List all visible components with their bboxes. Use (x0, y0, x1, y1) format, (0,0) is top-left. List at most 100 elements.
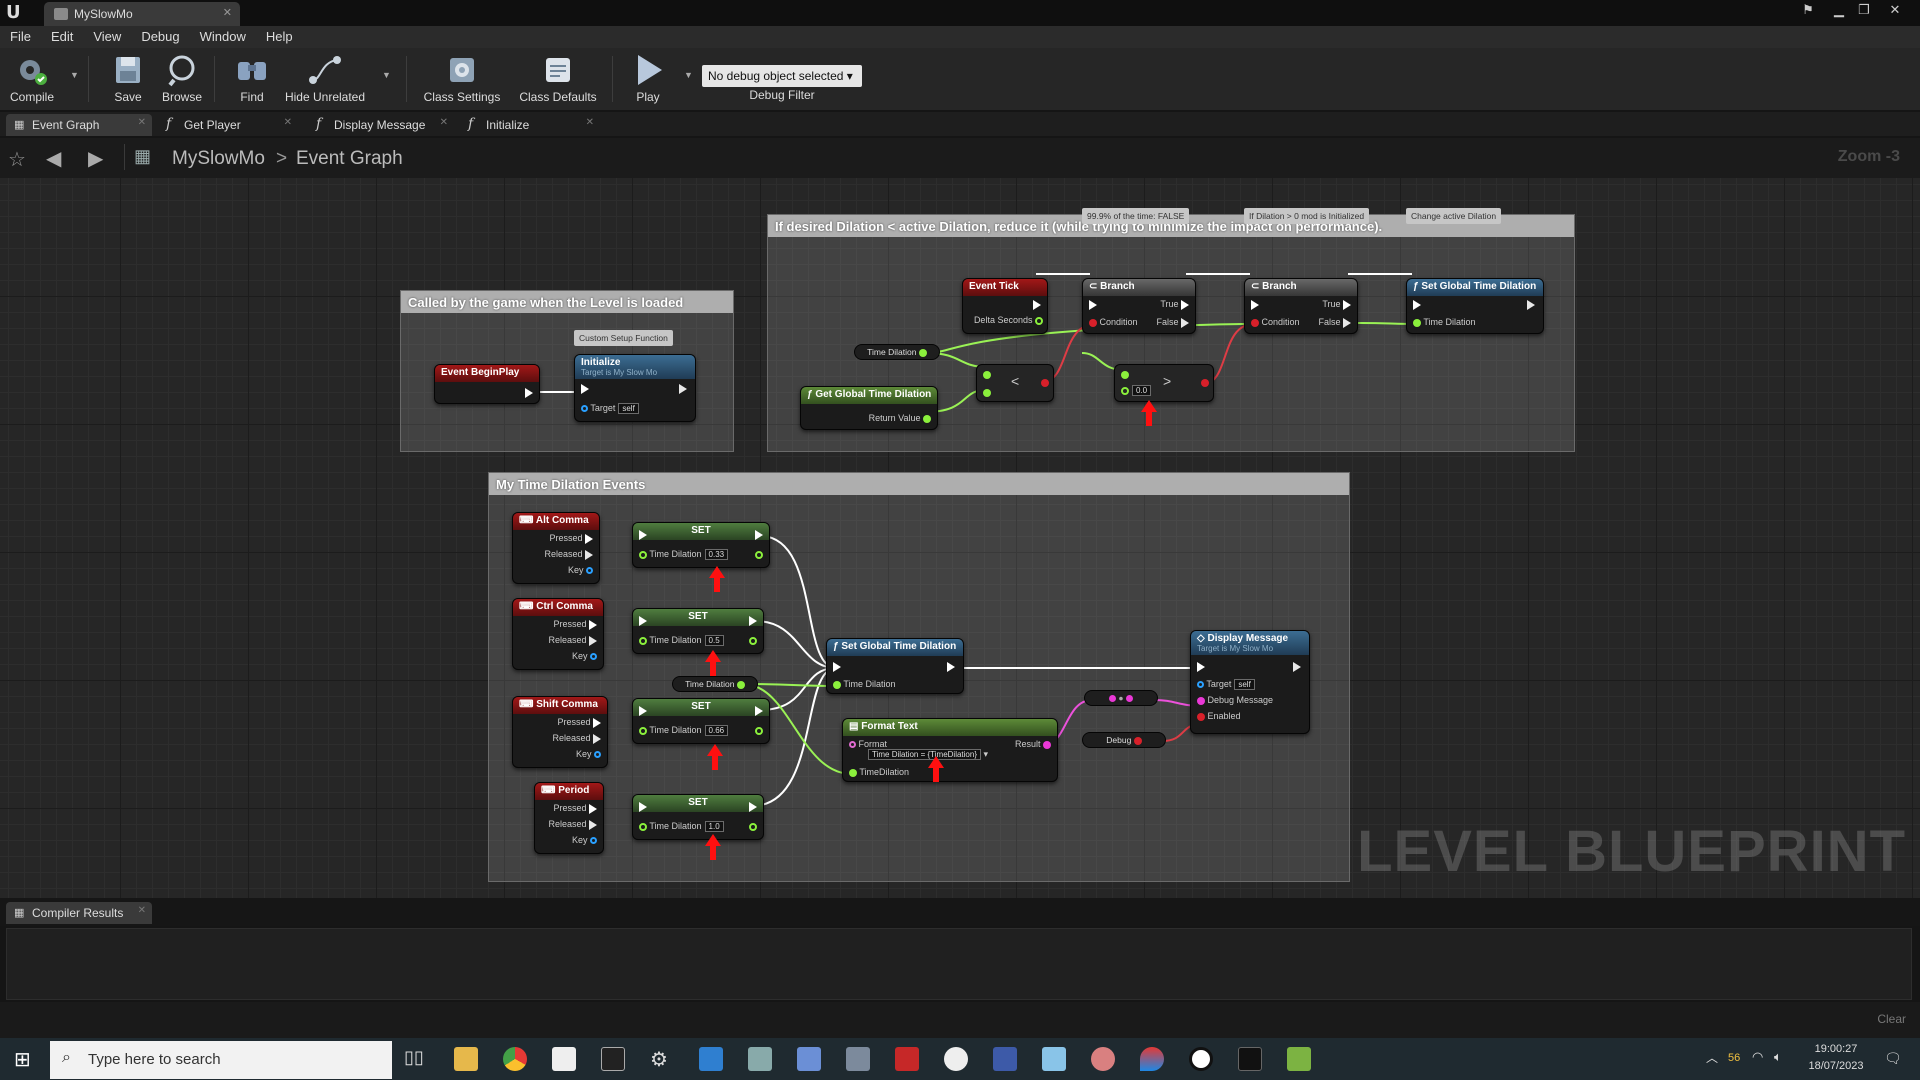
compile-options-chevron-down-icon[interactable]: ▼ (70, 70, 79, 80)
exec-in-pin[interactable] (833, 661, 841, 672)
result-pin[interactable]: Result (1015, 739, 1051, 749)
unreal-engine-icon[interactable] (1189, 1047, 1213, 1071)
released-pin[interactable]: Released (548, 819, 597, 830)
close-tab-icon[interactable]: ✕ (223, 6, 232, 19)
app-icon[interactable] (944, 1047, 968, 1071)
format-value-field[interactable]: Time Dilation = {TimeDilation} ▾ (865, 749, 988, 760)
condition-pin[interactable]: Condition (1251, 317, 1300, 327)
feedback-icon[interactable]: ⚑ (1797, 2, 1819, 22)
node-set-period[interactable]: SET Time Dilation 1.0 (632, 794, 764, 840)
var-debug[interactable]: Debug (1082, 732, 1166, 748)
node-set-global-time-dilation-top[interactable]: ƒ Set Global Time Dilation Time Dilation (1406, 278, 1544, 334)
exec-out-pin[interactable] (755, 529, 763, 540)
output-pin[interactable] (755, 725, 763, 735)
node-input-shift-comma[interactable]: ⌨ Shift Comma Pressed Released Key (512, 696, 608, 768)
timedilation-pin[interactable]: TimeDilation (849, 767, 909, 777)
close-tab-icon[interactable]: ✕ (138, 117, 146, 128)
exec-out-pin[interactable] (1293, 661, 1301, 672)
settings-gear-icon[interactable]: ⚙ (650, 1047, 674, 1071)
task-view-icon[interactable]: ▯▯ (404, 1047, 428, 1071)
network-icon[interactable]: ◠ (1752, 1049, 1763, 1065)
tab-event-graph[interactable]: ▦ Event Graph ✕ (6, 114, 152, 136)
browse-button[interactable]: Browse (156, 48, 208, 110)
tab-compiler-results[interactable]: ▦ Compiler Results ✕ (6, 902, 152, 924)
find-button[interactable]: Find (226, 48, 278, 110)
result-pin[interactable] (1041, 377, 1049, 387)
exec-in-pin[interactable] (639, 529, 647, 540)
time-dilation-pin[interactable]: Time Dilation (833, 679, 896, 689)
menu-window[interactable]: Window (190, 26, 256, 44)
exec-in-pin[interactable] (639, 705, 647, 716)
time-dilation-pin[interactable]: Time Dilation 0.66 (639, 725, 729, 736)
released-pin[interactable]: Released (552, 733, 601, 744)
b-pin[interactable]: 0.0 (1121, 385, 1152, 396)
class-defaults-button[interactable]: Class Defaults (514, 48, 602, 110)
app-icon[interactable] (748, 1047, 772, 1071)
app-icon[interactable] (699, 1047, 723, 1071)
menu-edit[interactable]: Edit (41, 26, 83, 44)
format-pin[interactable]: Format (849, 739, 887, 749)
forward-arrow-icon[interactable]: ▶ (88, 146, 103, 171)
exec-in-pin[interactable] (1089, 299, 1097, 310)
app-icon[interactable] (1140, 1047, 1164, 1071)
app-icon[interactable] (1287, 1047, 1311, 1071)
notepad-icon[interactable] (552, 1047, 576, 1071)
debug-object-select[interactable]: No debug object selected ▾ (702, 65, 862, 87)
star-icon[interactable]: ☆ (8, 147, 26, 172)
delta-seconds-pin[interactable]: Delta Seconds (974, 315, 1043, 325)
exec-in-pin[interactable] (639, 615, 647, 626)
a-pin[interactable] (983, 369, 991, 379)
exec-out-pin[interactable] (1033, 299, 1041, 310)
result-pin[interactable] (1201, 377, 1209, 387)
tray-chevron-up-icon[interactable]: ︿ (1706, 1049, 1718, 1066)
node-set-alt[interactable]: SET Time Dilation 0.33 (632, 522, 770, 568)
true-pin[interactable]: True (1322, 299, 1351, 310)
tab-display-message[interactable]: f Display Message ✕ (308, 114, 454, 136)
node-get-global-time-dilation[interactable]: ƒ Get Global Time Dilation Return Value (800, 386, 938, 430)
menu-help[interactable]: Help (256, 26, 303, 44)
exec-in-pin[interactable] (639, 801, 647, 812)
clock-time[interactable]: 19:00:27 (1806, 1043, 1866, 1055)
output-pin[interactable] (749, 821, 757, 831)
node-branch-2[interactable]: ⊂ Branch True Condition False (1244, 278, 1358, 334)
node-initialize[interactable]: Initialize Target is My Slow Mo Target sel… (574, 354, 696, 422)
node-set-shift[interactable]: SET Time Dilation 0.66 (632, 698, 770, 744)
var-time-dilation[interactable]: Time Dilation (672, 676, 758, 692)
false-pin[interactable]: False (1156, 317, 1189, 328)
app-icon[interactable] (1238, 1047, 1262, 1071)
time-dilation-pin[interactable]: Time Dilation 0.5 (639, 635, 724, 646)
tab-initialize[interactable]: f Initialize ✕ (460, 114, 600, 136)
minimize-icon[interactable]: ▁ (1828, 2, 1850, 22)
tab-get-player[interactable]: f Get Player ✕ (158, 114, 298, 136)
node-set-ctrl[interactable]: SET Time Dilation 0.5 (632, 608, 764, 654)
target-pin[interactable]: Target self (1197, 679, 1255, 690)
node-less-than[interactable]: < (976, 364, 1054, 402)
true-pin[interactable]: True (1160, 299, 1189, 310)
node-format-text[interactable]: ▤ Format Text Format Time Dilation = {Ti… (842, 718, 1058, 782)
time-dilation-pin[interactable]: Time Dilation 0.33 (639, 549, 729, 560)
time-dilation-pin[interactable]: Time Dilation 1.0 (639, 821, 724, 832)
exec-out-pin[interactable] (679, 383, 687, 394)
terminal-icon[interactable] (601, 1047, 625, 1071)
app-icon[interactable] (993, 1047, 1017, 1071)
time-dilation-pin[interactable]: Time Dilation (1413, 317, 1476, 327)
key-pin[interactable]: Key (568, 565, 593, 575)
pressed-pin[interactable]: Pressed (549, 533, 593, 544)
play-button[interactable]: Play (620, 48, 676, 110)
file-explorer-icon[interactable] (454, 1047, 478, 1071)
close-window-icon[interactable]: ✕ (1884, 2, 1906, 22)
document-tab[interactable]: MySlowMo ✕ (44, 2, 240, 26)
taskbar-search[interactable]: ⌕ Type here to search (50, 1041, 392, 1079)
app-icon[interactable] (797, 1047, 821, 1071)
app-icon[interactable] (846, 1047, 870, 1071)
close-tab-icon[interactable]: ✕ (586, 117, 594, 128)
close-tab-icon[interactable]: ✕ (284, 117, 292, 128)
released-pin[interactable]: Released (548, 635, 597, 646)
return-value-pin[interactable]: Return Value (869, 413, 931, 423)
key-pin[interactable]: Key (572, 651, 597, 661)
node-input-alt-comma[interactable]: ⌨ Alt Comma Pressed Released Key (512, 512, 600, 584)
node-conversion[interactable]: ● (1084, 690, 1158, 706)
close-tab-icon[interactable]: ✕ (138, 905, 146, 916)
windows-start-icon[interactable]: ⊞ (14, 1047, 31, 1072)
exec-in-pin[interactable] (1197, 661, 1205, 672)
